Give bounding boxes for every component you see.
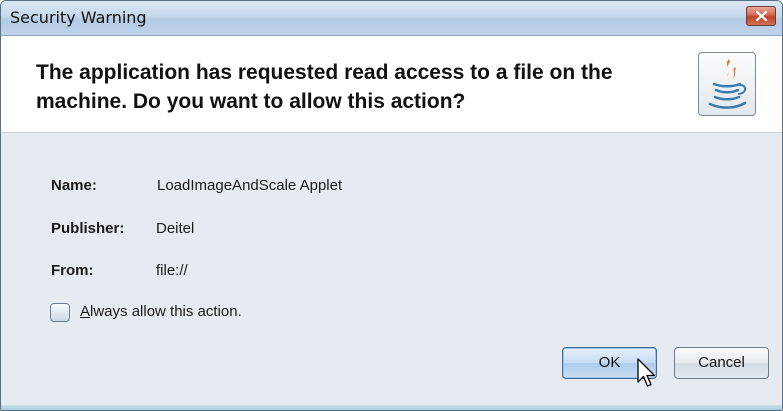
from-value: file:// bbox=[156, 262, 188, 279]
title-bar[interactable]: Security Warning bbox=[1, 1, 782, 36]
name-value: LoadImageAndScale Applet bbox=[157, 177, 343, 194]
always-allow-label[interactable]: Always allow this action. bbox=[80, 303, 242, 320]
cancel-button[interactable]: Cancel bbox=[674, 347, 769, 379]
security-warning-dialog: Security Warning The application has req… bbox=[0, 0, 783, 411]
checkbox-label-text: lways allow this action. bbox=[90, 303, 242, 320]
close-button[interactable] bbox=[746, 6, 776, 26]
mouse-cursor-icon bbox=[637, 358, 656, 387]
close-icon bbox=[756, 11, 767, 21]
checkbox-mnemonic: A bbox=[80, 303, 91, 320]
warning-message: The application has requested read acces… bbox=[36, 61, 613, 113]
name-label: Name: bbox=[51, 177, 97, 194]
publisher-value: Deitel bbox=[156, 220, 195, 237]
bottom-border bbox=[1, 405, 782, 410]
publisher-label: Publisher: bbox=[51, 220, 125, 237]
window-title: Security Warning bbox=[10, 8, 147, 27]
header-panel: The application has requested read acces… bbox=[1, 36, 782, 133]
from-label: From: bbox=[51, 262, 94, 279]
java-logo-icon bbox=[698, 52, 756, 116]
always-allow-checkbox[interactable] bbox=[50, 303, 70, 322]
